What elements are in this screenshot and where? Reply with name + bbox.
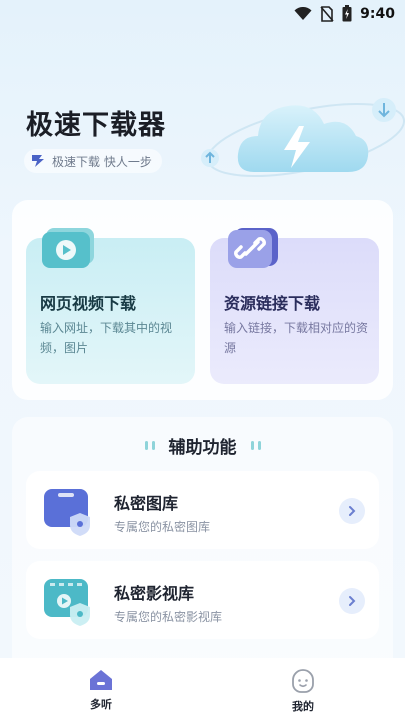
decor-dots-left — [144, 441, 155, 450]
profile-icon — [292, 669, 314, 693]
chain-link-icon — [228, 228, 278, 268]
nav-label-me: 我的 — [292, 700, 314, 713]
nav-label-home: 多听 — [90, 698, 112, 711]
no-sim-icon — [320, 5, 334, 22]
aux-title: 辅助功能 — [168, 438, 237, 458]
chevron-right-icon[interactable] — [339, 588, 365, 614]
status-time: 9:40 — [360, 5, 395, 22]
resource-link-download-card[interactable]: 资源链接下载 输入链接，下载相对应的资源 — [210, 228, 379, 384]
main-feature-card: 网页视频下载 输入网址，下载其中的视频，图片 资源链接下载 输入链接，下载相对应… — [12, 200, 393, 400]
cloud-lightning-icon — [201, 98, 405, 177]
row-title: 私密图库 — [114, 494, 179, 513]
decor-dots-right — [250, 441, 261, 450]
bottom-nav: 多听 我的 — [0, 658, 405, 720]
row-subtitle: 专属您的私密影视库 — [114, 610, 223, 624]
private-video-row[interactable]: 私密影视库 专属您的私密影视库 — [26, 561, 379, 639]
app-title: 极速下载器 — [26, 110, 166, 141]
feature-title: 网页视频下载 — [40, 294, 137, 313]
feature-description: 输入链接，下载相对应的资源 — [224, 321, 369, 355]
aux-header: 辅助功能 — [12, 433, 393, 458]
status-bar: 9:40 — [0, 0, 405, 28]
chevron-right-icon[interactable] — [339, 498, 365, 524]
nav-item-home[interactable]: 多听 — [71, 668, 131, 712]
download-badge-icon — [32, 155, 44, 167]
video-play-icon — [42, 228, 94, 268]
feature-description: 输入网址，下载其中的视频，图片 — [40, 321, 173, 355]
battery-icon — [342, 5, 352, 22]
row-subtitle: 专属您的私密图库 — [114, 520, 211, 534]
nav-item-me[interactable]: 我的 — [273, 668, 333, 714]
slogan-pill: 极速下载 快人一步 — [24, 149, 162, 173]
home-icon — [90, 670, 112, 690]
row-title: 私密影视库 — [114, 584, 195, 603]
feature-title: 资源链接下载 — [224, 294, 321, 313]
private-video-icon — [44, 579, 90, 626]
aux-functions-card: 辅助功能 私密图库 专属您的私密图库 私密影视库 专属您的私密影视库 — [12, 417, 393, 677]
private-gallery-icon — [44, 489, 90, 536]
status-icons: 9:40 — [294, 5, 395, 22]
wifi-icon — [294, 6, 312, 20]
web-video-download-card[interactable]: 网页视频下载 输入网址，下载其中的视频，图片 — [26, 228, 195, 384]
private-gallery-row[interactable]: 私密图库 专属您的私密图库 — [26, 471, 379, 549]
slogan-text: 极速下载 快人一步 — [52, 154, 152, 169]
